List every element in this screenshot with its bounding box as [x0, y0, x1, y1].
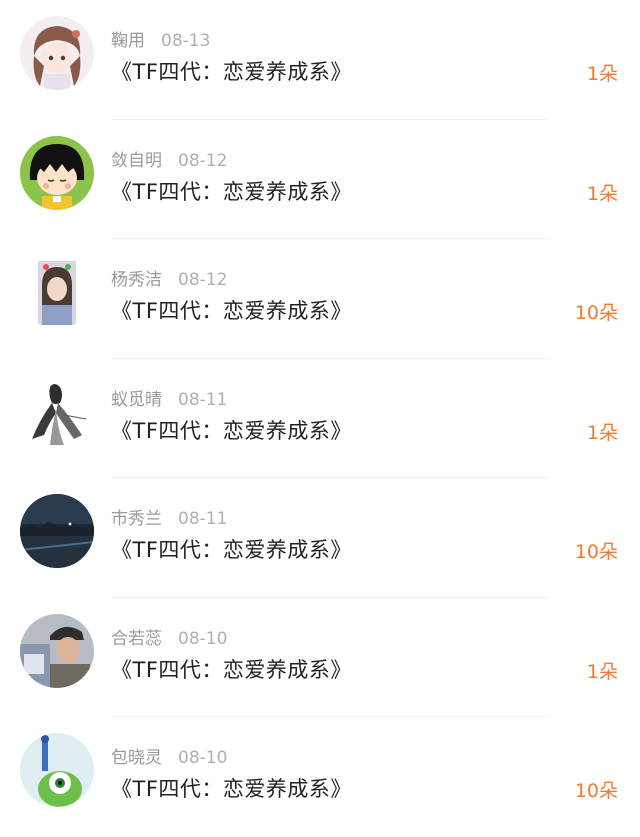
user-name: 包晓灵 [111, 748, 162, 768]
date: 08-12 [178, 150, 228, 171]
user-name: 敛自明 [111, 150, 162, 171]
meta-line: 合若蕊 08-10 [111, 624, 227, 649]
flower-count: 10朵 [574, 302, 618, 324]
work-title: 《TF四代：恋爱养成系》 [111, 777, 352, 801]
flower-count: 1朵 [586, 660, 618, 683]
avatar[interactable] [20, 135, 94, 210]
date: 08-11 [178, 509, 228, 529]
meta-line: 杨秀洁 08-12 [111, 265, 227, 290]
list-item[interactable]: 市秀兰 08-11 《TF四代：恋爱养成系》 10朵 [0, 478, 640, 598]
meta-line: 敛自明 08-12 [111, 146, 227, 171]
avatar[interactable] [20, 374, 94, 449]
list-item[interactable]: 合若蕊 08-10 《TF四代：恋爱养成系》 1朵 [0, 598, 640, 717]
list-item[interactable]: 敛自明 08-12 《TF四代：恋爱养成系》 1朵 [0, 120, 640, 239]
user-name: 蚁觅晴 [111, 389, 162, 410]
gift-list: 鞠用08-13 《TF四代：恋爱养成系》 1朵 敛自明08-12 《TF四代 [0, 0, 640, 807]
flower-count: 10朵 [574, 541, 618, 563]
user-name: 杨秀洁 [111, 270, 162, 290]
work-title: 《TF四代：恋爱养成系》 [111, 657, 352, 682]
avatar[interactable] [20, 16, 94, 90]
meta-line: 市秀兰 08-11 [111, 504, 227, 529]
work-title: 《TF四代：恋爱养成系》 [111, 299, 352, 323]
flower-count: 10朵 [574, 780, 618, 802]
work-title: 《TF四代：恋爱养成系》 [111, 179, 352, 204]
list-item[interactable]: 包晓灵 08-10 《TF四代：恋爱养成系》 10朵 [0, 717, 640, 837]
work-title: 《TF四代：恋爱养成系》 [111, 418, 352, 443]
flower-count: 1朵 [586, 182, 618, 205]
list-item[interactable]: 鞠用 08-13 《TF四代：恋爱养成系》 1朵 [0, 0, 640, 120]
avatar[interactable] [20, 494, 94, 568]
date: 08-11 [178, 389, 228, 410]
user-name: 市秀兰 [111, 509, 162, 529]
flower-count: 1朵 [586, 63, 618, 85]
work-title: 《TF四代：恋爱养成系》 [111, 60, 352, 84]
user-name: 合若蕊 [111, 628, 162, 649]
meta-line: 包晓灵 08-10 [111, 743, 227, 768]
user-name: 鞠用 [111, 31, 145, 51]
date: 08-13 [161, 31, 211, 51]
avatar[interactable] [20, 733, 94, 807]
meta-line: 鞠用 08-13 [111, 26, 210, 51]
avatar[interactable] [20, 255, 94, 329]
date: 08-10 [178, 628, 228, 649]
avatar[interactable] [20, 613, 94, 688]
date: 08-10 [178, 748, 228, 768]
work-title: 《TF四代：恋爱养成系》 [111, 538, 352, 562]
list-item[interactable]: 杨秀洁 08-12 《TF四代：恋爱养成系》 10朵 [0, 239, 640, 359]
list-item[interactable]: 蚁觅晴 08-11 《TF四代：恋爱养成系》 1朵 [0, 359, 640, 478]
flower-count: 1朵 [586, 421, 618, 444]
meta-line: 蚁觅晴 08-11 [111, 385, 227, 410]
date: 08-12 [178, 270, 228, 290]
